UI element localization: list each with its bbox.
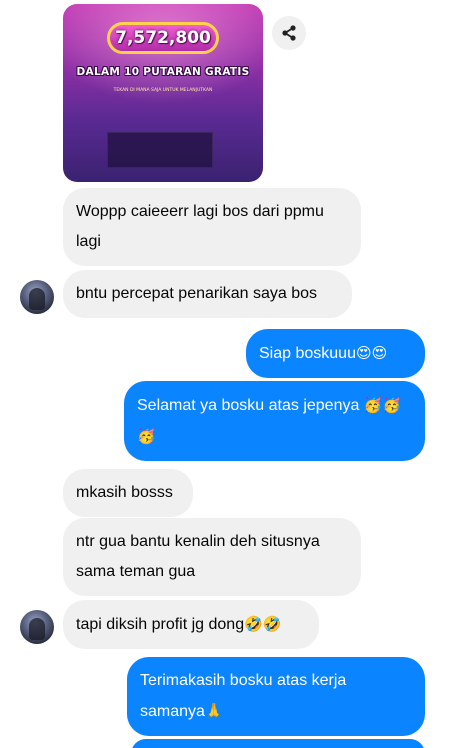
sender-avatar[interactable] [20,610,54,644]
chat-thread: 7,572,800 DALAM 10 PUTARAN GRATIS TEKAN … [0,0,450,748]
free-spins-headline: DALAM 10 PUTARAN GRATIS [76,66,250,78]
message-text: Selamat ya bosku atas jepenya [137,397,360,414]
message-text: Terimakasih bosku atas kerja samanya [140,672,347,720]
outgoing-message[interactable]: Selamat ya bosku atas jepenya 🥳🥳🥳 [124,381,425,461]
share-icon [282,25,296,41]
incoming-message[interactable]: bntu percepat penarikan saya bos [63,270,352,318]
image-fine-print: TEKAN DI MANA SAJA UNTUK MELANJUTKAN [113,88,213,93]
avatar-silhouette [29,288,45,310]
incoming-message[interactable]: ntr gua bantu kenalin deh situsnya sama … [63,518,361,596]
message-text: tapi diksih profit jg dong [76,616,245,633]
message-text: mkasih bosss [76,484,173,501]
incoming-message[interactable]: mkasih bosss [63,469,193,517]
shared-image-message[interactable]: 7,572,800 DALAM 10 PUTARAN GRATIS TEKAN … [63,4,263,182]
folded-hands-emoji: 🙏 [204,702,224,720]
win-amount-banner: 7,572,800 [107,22,219,54]
heart-eyes-emoji: 😍😍 [355,344,388,362]
message-text: ntr gua bantu kenalin deh situsnya sama … [76,533,320,580]
sender-avatar[interactable] [20,280,54,314]
message-text: Woppp caieeerr lagi bos dari ppmu lagi [76,203,324,250]
incoming-message[interactable]: Woppp caieeerr lagi bos dari ppmu lagi [63,188,361,266]
image-dark-panel [107,132,213,168]
avatar-silhouette [29,618,45,640]
incoming-message[interactable]: tapi diksih profit jg dong🤣🤣 [63,600,319,649]
rolling-laugh-emoji: 🤣🤣 [244,615,282,633]
outgoing-message-partial[interactable] [131,739,425,748]
share-button[interactable] [272,16,306,50]
outgoing-message[interactable]: Siap boskuuu😍😍 [246,329,425,378]
outgoing-message[interactable]: Terimakasih bosku atas kerja samanya🙏 [127,657,425,736]
message-text: bntu percepat penarikan saya bos [76,285,318,302]
message-text: Siap boskuuu [259,345,356,362]
